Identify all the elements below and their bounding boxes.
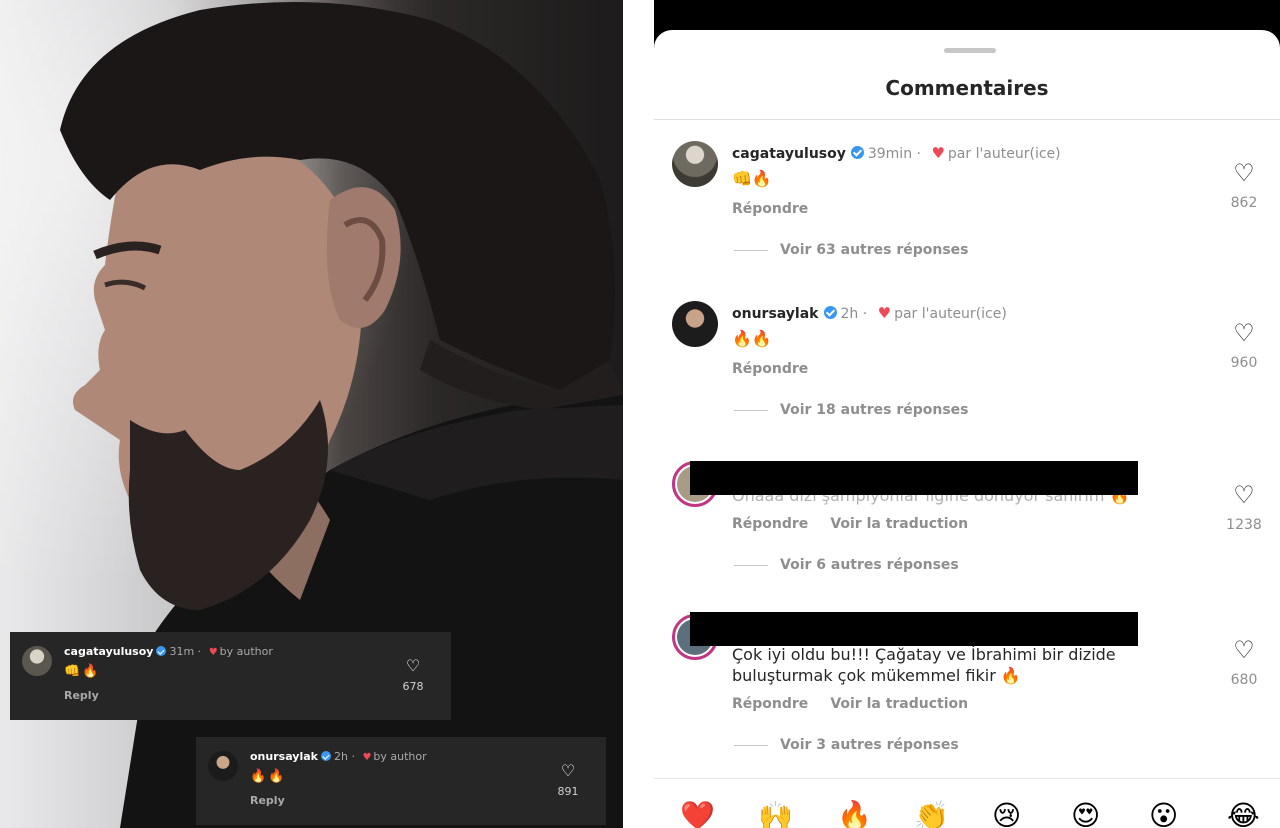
like-count: 680: [1230, 672, 1258, 688]
like-control: ♡ 862: [1222, 161, 1266, 211]
view-replies-button[interactable]: Voir 63 autres réponses: [734, 242, 969, 258]
timestamp: 2h: [333, 750, 348, 763]
translate-button[interactable]: Voir la traduction: [830, 696, 968, 712]
overlay-comment-card-1: cagatayulusoy 31m · ♥ by author 👊🔥 Reply ♡…: [10, 632, 451, 720]
verified-icon: [320, 751, 331, 761]
view-replies-button[interactable]: Voir 3 autres réponses: [734, 737, 959, 753]
surprised-face-emoji-button[interactable]: 😮: [1149, 801, 1178, 828]
reply-button[interactable]: Reply: [250, 794, 285, 807]
photo-panel: cagatayulusoy 31m · ♥ by author 👊🔥 Reply ♡…: [0, 0, 623, 828]
view-replies-button[interactable]: Voir 6 autres réponses: [734, 557, 959, 573]
heart-eyes-emoji-button[interactable]: 😍: [1071, 801, 1100, 828]
laughing-face-emoji-button[interactable]: 😂: [1227, 801, 1260, 828]
redaction-bar: [690, 612, 1138, 646]
comment-text-line-2: buluşturmak çok mükemmel fikir 🔥: [732, 666, 1021, 685]
username[interactable]: onursaylak: [732, 306, 819, 322]
timestamp: 2h: [840, 306, 859, 322]
timestamp: 31m: [169, 645, 195, 658]
heart-icon[interactable]: ♡: [1222, 161, 1266, 185]
comments-sheet: Commentaires cagatayulusoy 39min · ♥ par l…: [654, 30, 1280, 828]
comment-text: 🔥🔥: [250, 769, 287, 784]
heart-icon[interactable]: ♡: [1222, 321, 1266, 345]
like-count: 678: [402, 680, 424, 693]
like-count: 862: [1230, 195, 1258, 211]
comment-actions: Répondre Voir la traduction: [732, 516, 968, 532]
comment-item: Çok iyi oldu bu!!! Çağatay ve İbrahimi b…: [654, 612, 1280, 764]
like-control: ♡ 678: [393, 658, 433, 694]
by-author-label: by author: [219, 645, 273, 658]
heart-icon[interactable]: ♡: [1222, 483, 1266, 507]
by-author-label: by author: [373, 750, 427, 763]
heart-icon[interactable]: ♡: [1222, 638, 1266, 662]
avatar[interactable]: [672, 141, 718, 187]
comment-header: cagatayulusoy 39min · ♥ par l'auteur(ice): [732, 144, 1061, 162]
username[interactable]: onursaylak: [250, 750, 318, 763]
fire-emoji-button[interactable]: 🔥: [837, 801, 872, 828]
username[interactable]: cagatayulusoy: [732, 146, 846, 162]
verified-icon: [156, 646, 167, 656]
reply-button[interactable]: Répondre: [732, 201, 808, 217]
like-count: 891: [557, 785, 579, 798]
red-heart-emoji-button[interactable]: ❤️: [680, 801, 715, 828]
comment-text-line-1: Çok iyi oldu bu!!! Çağatay ve İbrahimi b…: [732, 645, 1116, 664]
reply-button[interactable]: Répondre: [732, 361, 808, 377]
comment-text: 👊🔥: [64, 664, 101, 679]
avatar[interactable]: [22, 646, 52, 676]
view-replies-button[interactable]: Voir 18 autres réponses: [734, 402, 969, 418]
comment-item: onursaylak 2h · ♥ par l'auteur(ice) 🔥🔥 Rép…: [654, 301, 1280, 431]
like-control: ♡ 680: [1222, 638, 1266, 688]
verified-icon: [850, 146, 864, 159]
heart-icon[interactable]: ♡: [548, 763, 588, 779]
by-author-label: par l'auteur(ice): [894, 306, 1007, 322]
like-count: 1238: [1226, 517, 1262, 533]
comment-actions: Répondre: [732, 201, 808, 217]
author-heart-icon: ♥: [208, 647, 218, 658]
like-control: ♡ 891: [548, 763, 588, 799]
like-count: 960: [1230, 355, 1258, 371]
like-control: ♡ 960: [1222, 321, 1266, 371]
comment-text: 🔥🔥: [732, 329, 772, 348]
reply-button[interactable]: Reply: [64, 689, 99, 702]
comment-header: onursaylak 2h · ♥ by author: [250, 750, 427, 763]
sheet-title: Commentaires: [885, 76, 1049, 100]
author-heart-icon: ♥: [931, 144, 945, 162]
reply-button[interactable]: Répondre: [732, 516, 808, 532]
timestamp: 39min: [867, 146, 913, 162]
verified-icon: [823, 306, 837, 319]
redaction-bar: [690, 461, 1138, 495]
emoji-reaction-bar: ❤️ 🙌 🔥 👏 😢 😍 😮 😂: [654, 778, 1280, 828]
comment-item: cagatayulusoy 39min · ♥ par l'auteur(ice) …: [654, 141, 1280, 271]
heart-icon[interactable]: ♡: [393, 658, 433, 674]
image-divider: [623, 0, 654, 828]
username[interactable]: cagatayulusoy: [64, 645, 153, 658]
comment-text: 👊🔥: [732, 169, 772, 188]
comment-actions: Répondre Voir la traduction: [732, 696, 968, 712]
raising-hands-emoji-button[interactable]: 🙌: [758, 801, 793, 828]
divider: [654, 119, 1280, 120]
like-control: ♡ 1238: [1222, 483, 1266, 533]
author-heart-icon: ♥: [877, 304, 892, 322]
avatar[interactable]: [208, 751, 238, 781]
clapping-hands-emoji-button[interactable]: 👏: [914, 801, 949, 828]
author-heart-icon: ♥: [362, 752, 372, 763]
sheet-drag-handle[interactable]: [944, 48, 996, 53]
by-author-label: par l'auteur(ice): [947, 146, 1061, 162]
comment-header: onursaylak 2h · ♥ par l'auteur(ice): [732, 304, 1007, 322]
translate-button[interactable]: Voir la traduction: [830, 516, 968, 532]
comment-header: cagatayulusoy 31m · ♥ by author: [64, 645, 273, 658]
crying-face-emoji-button[interactable]: 😢: [992, 801, 1021, 828]
comment-item: Ohaaa dizi şampiyonlar ligine dönüyor sa…: [654, 461, 1280, 591]
comment-actions: Répondre: [732, 361, 808, 377]
overlay-comment-card-2: onursaylak 2h · ♥ by author 🔥🔥 Reply ♡ 891: [196, 737, 606, 825]
avatar[interactable]: [672, 301, 718, 347]
reply-button[interactable]: Répondre: [732, 696, 808, 712]
